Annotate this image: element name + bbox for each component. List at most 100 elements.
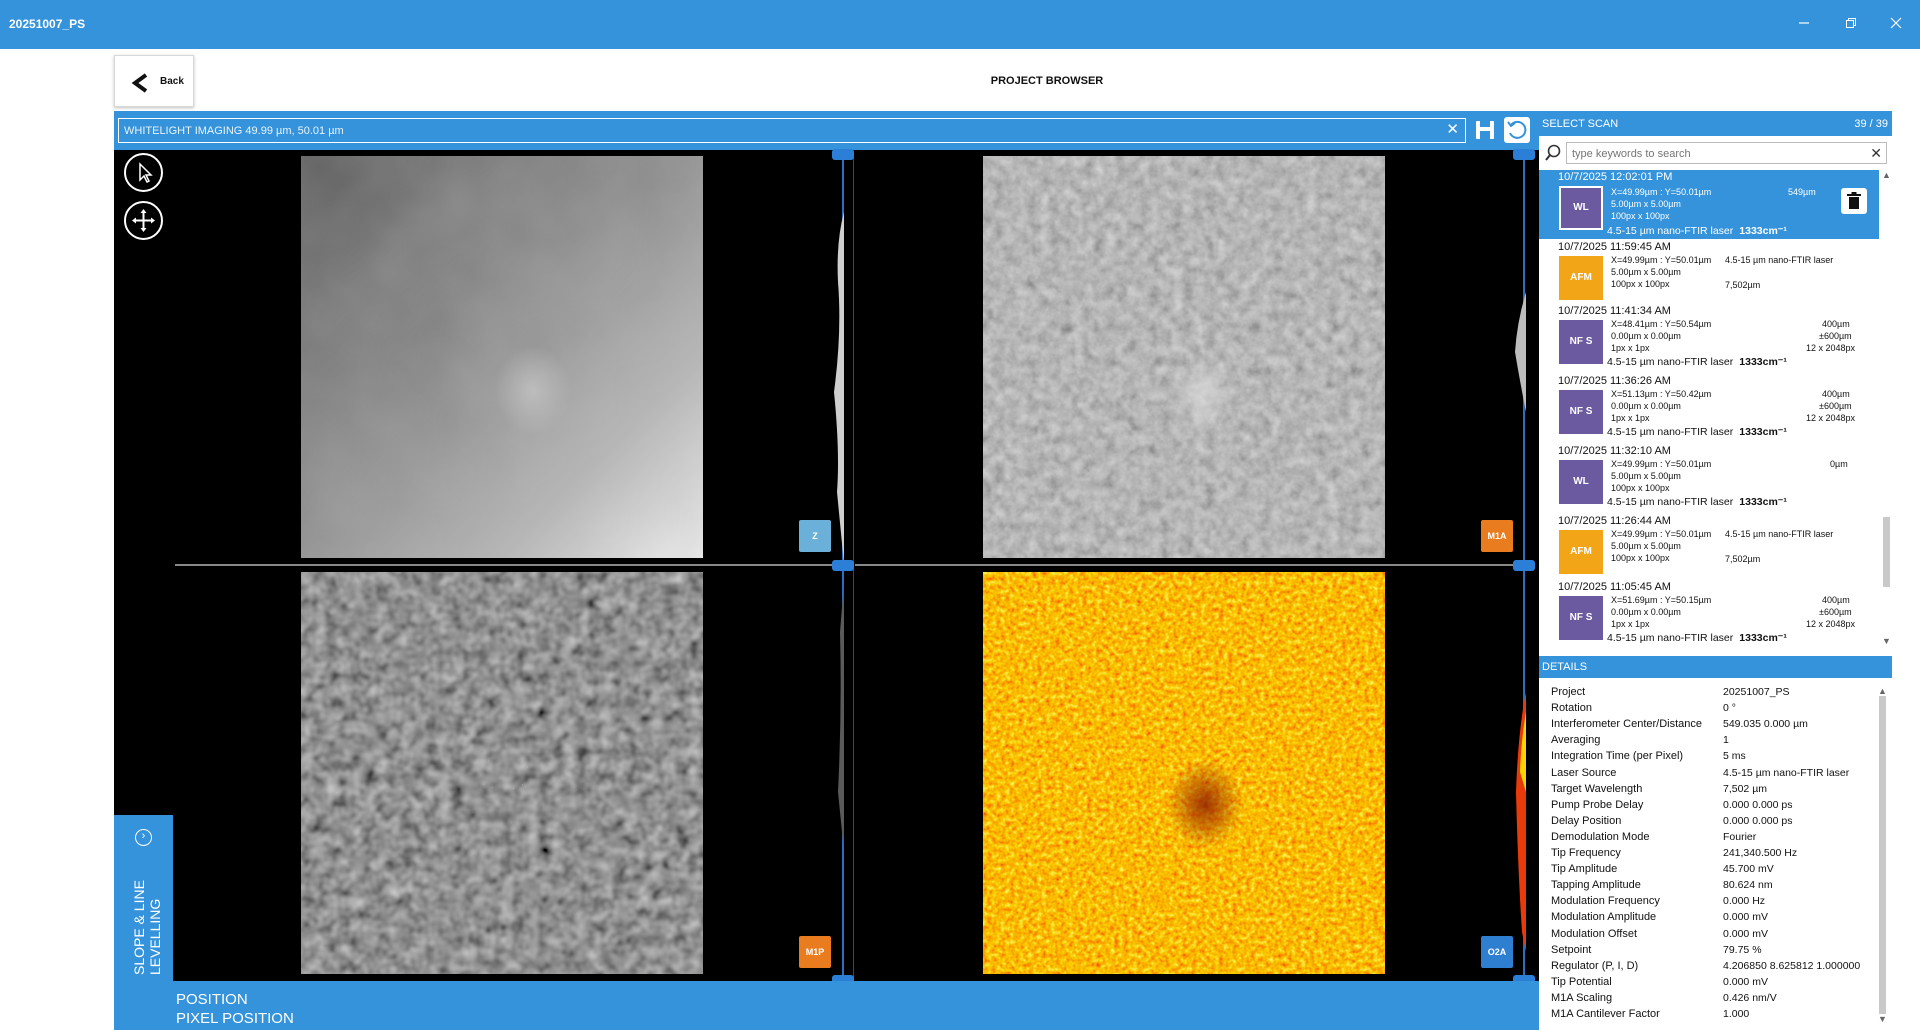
scan-laser: 4.5-15 µm nano-FTIR laser 1333cm⁻¹ — [1607, 356, 1787, 368]
scan-size: 5.00µm x 5.00µm — [1611, 199, 1681, 209]
detail-value: 0.000 0.000 ps — [1723, 814, 1793, 827]
detail-key: Tip Amplitude — [1551, 863, 1618, 876]
scan-right-3: 12 x 2048px — [1806, 343, 1856, 353]
scan-thumbnail: NF S — [1559, 320, 1603, 364]
scan-list-item[interactable]: 10/7/2025 11:36:26 AM NF S X=51.13µm : Y… — [1539, 374, 1879, 443]
scan-coords: X=51.69µm : Y=50.15µm — [1611, 595, 1712, 605]
detail-row: Pump Probe Delay 0.000 0.000 ps — [1551, 799, 1871, 815]
move-icon — [132, 209, 155, 232]
details-scrollbar[interactable]: ▲ ▼ — [1877, 686, 1888, 1026]
detail-value: 45.700 mV — [1723, 863, 1774, 876]
detail-value: 1 — [1723, 734, 1729, 747]
detail-row: Tip Potential 0.000 mV — [1551, 976, 1871, 992]
detail-key: Target Wavelength — [1551, 782, 1643, 795]
splitter-handle-mid-right[interactable] — [1513, 560, 1535, 571]
detail-row: Modulation Frequency 0.000 Hz — [1551, 895, 1871, 911]
scan-date: 10/7/2025 11:41:34 AM — [1558, 305, 1671, 317]
select-scan-title: SELECT SCAN — [1542, 118, 1619, 130]
splitter-handle-mid-left[interactable] — [832, 560, 854, 571]
details-scroll-thumb[interactable] — [1879, 696, 1886, 1014]
search-icon[interactable] — [1544, 144, 1562, 162]
scan-thumbnail: WL — [1559, 460, 1603, 504]
detail-key: Setpoint — [1551, 943, 1592, 956]
scan-right-1: 400µm — [1822, 389, 1850, 399]
splitter-handle-top-right[interactable] — [1513, 149, 1535, 160]
channel-badge-m1p[interactable]: M1P — [799, 936, 831, 968]
detail-value: 0 ° — [1723, 702, 1736, 715]
restore-icon[interactable] — [1841, 14, 1861, 34]
scan-list-scrollbar[interactable]: ▲ ▼ — [1881, 170, 1892, 650]
detail-row: Rotation 0 ° — [1551, 702, 1871, 718]
detail-row: Target Wavelength 7,502 µm — [1551, 783, 1871, 799]
scan-thumbnail: WL — [1559, 186, 1603, 230]
height-map-image — [301, 156, 703, 558]
scan-wavelength: 7,502µm — [1725, 554, 1761, 564]
scan-pixels: 1px x 1px — [1611, 343, 1650, 353]
splitter-handle-top-left[interactable] — [832, 149, 854, 160]
move-tool-button[interactable] — [124, 201, 163, 240]
scan-list-item[interactable]: 10/7/2025 11:05:45 AM NF S X=51.69µm : Y… — [1539, 580, 1879, 649]
close-window-icon[interactable] — [1886, 14, 1906, 34]
imaging-name-field[interactable]: WHITELIGHT IMAGING 49.99 µm, 50.01 µm ✕ — [118, 118, 1466, 143]
scan-laser: 4.5-15 µm nano-FTIR laser 1333cm⁻¹ — [1607, 426, 1787, 438]
expand-chevron-icon[interactable]: › — [135, 829, 152, 846]
scan-laser: 4.5-15 µm nano-FTIR laser 1333cm⁻¹ — [1607, 225, 1787, 237]
channel-m1a-view[interactable]: M1A — [855, 152, 1525, 564]
scroll-up-icon[interactable]: ▲ — [1878, 686, 1887, 696]
detail-key: Rotation — [1551, 702, 1592, 715]
levelling-label: SLOPE & LINE LEVELLING — [131, 880, 163, 975]
scan-list-item[interactable]: 10/7/2025 11:59:45 AM AFM X=49.99µm : Y=… — [1539, 240, 1879, 309]
detail-key: Laser Source — [1551, 766, 1617, 779]
clear-imaging-icon[interactable]: ✕ — [1446, 122, 1459, 138]
scan-coords: X=48.41µm : Y=50.54µm — [1611, 319, 1712, 329]
reset-view-icon[interactable] — [1504, 117, 1530, 143]
detail-row: M1A Scaling 0.426 nm/V — [1551, 992, 1871, 1008]
channel-badge-m1a[interactable]: M1A — [1481, 520, 1513, 552]
channel-o2a-view[interactable]: O2A — [855, 566, 1525, 980]
scroll-down-icon[interactable]: ▼ — [1882, 636, 1891, 646]
scan-list-item[interactable]: 10/7/2025 12:02:01 PM WL X=49.99µm : Y=5… — [1539, 170, 1879, 239]
scroll-up-icon[interactable]: ▲ — [1882, 170, 1891, 180]
scan-pixels: 100px x 100px — [1611, 279, 1670, 289]
detail-row: Averaging 1 — [1551, 734, 1871, 750]
scan-list: 10/7/2025 12:02:01 PM WL X=49.99µm : Y=5… — [1539, 170, 1879, 650]
scan-right-1: 400µm — [1822, 595, 1850, 605]
scan-list-item[interactable]: 10/7/2025 11:32:10 AM WL X=49.99µm : Y=5… — [1539, 444, 1879, 513]
detail-key: Demodulation Mode — [1551, 830, 1650, 843]
scan-laser: 4.5-15 µm nano-FTIR laser 1333cm⁻¹ — [1607, 632, 1787, 644]
detail-row: Interferometer Center/Distance 549.035 0.… — [1551, 718, 1871, 734]
scroll-down-icon[interactable]: ▼ — [1878, 1014, 1887, 1024]
channel-badge-z[interactable]: Z — [799, 520, 831, 552]
detail-row: Tip Amplitude 45.700 mV — [1551, 863, 1871, 879]
scan-right-3: 12 x 2048px — [1806, 413, 1856, 423]
scan-right-2: ±600µm — [1819, 331, 1852, 341]
channel-z-view[interactable]: Z — [175, 152, 843, 564]
search-input[interactable] — [1572, 146, 1862, 161]
detail-row: Integration Time (per Pixel) 5 ms — [1551, 750, 1871, 766]
detail-value: 1.000 — [1723, 1008, 1750, 1020]
minimize-icon[interactable] — [1794, 14, 1814, 34]
scan-date: 10/7/2025 11:05:45 AM — [1558, 581, 1671, 593]
detail-value: 20251007_PS — [1723, 686, 1790, 698]
channel-badge-o2a[interactable]: O2A — [1481, 936, 1513, 968]
scan-list-item[interactable]: 10/7/2025 11:41:34 AM NF S X=48.41µm : Y… — [1539, 304, 1879, 373]
quad-divider-left — [175, 564, 843, 566]
detail-row: Laser Source 4.5-15 µm nano-FTIR laser — [1551, 767, 1871, 783]
save-icon[interactable] — [1474, 119, 1496, 141]
detail-row: Project 20251007_PS — [1551, 686, 1871, 702]
scan-thumbnail: AFM — [1559, 530, 1603, 574]
scan-size: 5.00µm x 5.00µm — [1611, 471, 1681, 481]
detail-value: 79.75 % — [1723, 943, 1762, 956]
levelling-panel[interactable]: › SLOPE & LINE LEVELLING — [114, 815, 173, 1030]
search-box[interactable]: ✕ — [1566, 142, 1887, 164]
channel-m1p-view[interactable]: M1P — [175, 566, 843, 980]
scan-pixels: 100px x 100px — [1611, 483, 1670, 493]
position-label: POSITION — [176, 991, 248, 1008]
delete-scan-button[interactable] — [1841, 188, 1867, 214]
clear-search-icon[interactable]: ✕ — [1870, 145, 1882, 162]
pointer-tool-button[interactable] — [124, 153, 163, 192]
scan-size: 5.00µm x 5.00µm — [1611, 267, 1681, 277]
scan-pixels: 1px x 1px — [1611, 413, 1650, 423]
scan-list-item[interactable]: 10/7/2025 11:26:44 AM AFM X=49.99µm : Y=… — [1539, 514, 1879, 583]
scan-scroll-thumb[interactable] — [1883, 517, 1890, 587]
